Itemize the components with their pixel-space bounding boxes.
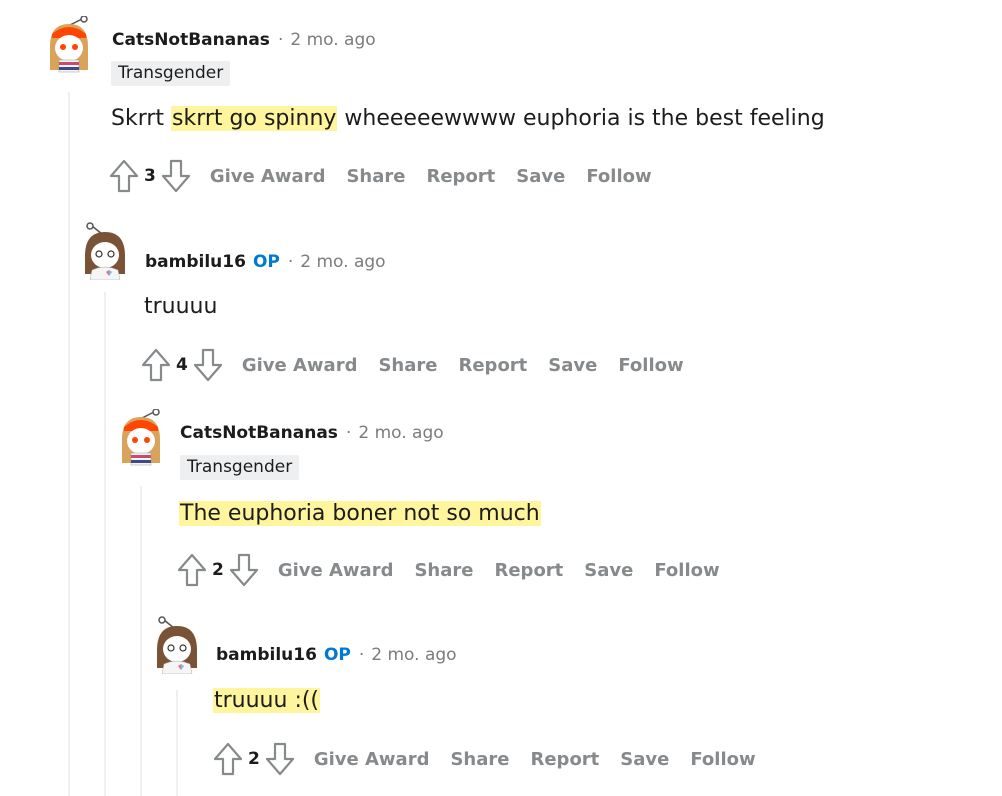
vote-score: 3 (144, 166, 156, 186)
meta-separator: · (287, 252, 294, 272)
thread-line-2[interactable] (104, 292, 106, 796)
thread-line-4[interactable] (176, 690, 178, 796)
report-button[interactable]: Report (426, 166, 495, 187)
comment-body: The euphoria boner not so much (179, 499, 541, 529)
report-button[interactable]: Report (458, 355, 527, 376)
user-flair: Transgender (111, 61, 231, 86)
comment-actions: 2 Give Award Share Report Save Follow (176, 550, 720, 590)
comment-text-plain: Skrrt (111, 106, 172, 131)
downvote-icon[interactable] (228, 552, 260, 588)
follow-button[interactable]: Follow (586, 166, 651, 187)
upvote-icon[interactable] (176, 552, 208, 588)
timestamp[interactable]: 2 mo. ago (358, 423, 443, 443)
username[interactable]: CatsNotBananas (180, 423, 338, 443)
downvote-icon[interactable] (264, 741, 296, 777)
follow-button[interactable]: Follow (654, 560, 719, 581)
share-button[interactable]: Share (414, 560, 473, 581)
follow-button[interactable]: Follow (690, 749, 755, 770)
meta-separator: · (345, 423, 352, 443)
follow-button[interactable]: Follow (618, 355, 683, 376)
avatar[interactable] (80, 222, 130, 281)
meta-separator: · (358, 645, 365, 665)
share-button[interactable]: Share (346, 166, 405, 187)
comment-meta: CatsNotBananas · 2 mo. ago (112, 28, 376, 52)
avatar[interactable] (152, 616, 202, 675)
upvote-icon[interactable] (212, 741, 244, 777)
comment-body: truuuu (144, 294, 218, 319)
report-button[interactable]: Report (530, 749, 599, 770)
thread-line-1[interactable] (68, 92, 70, 796)
avatar[interactable] (116, 408, 166, 467)
save-button[interactable]: Save (516, 166, 565, 187)
timestamp[interactable]: 2 mo. ago (371, 645, 456, 665)
save-button[interactable]: Save (620, 749, 669, 770)
share-button[interactable]: Share (378, 355, 437, 376)
upvote-icon[interactable] (108, 158, 140, 194)
comment-body: truuuu :(( (213, 686, 321, 716)
user-flair: Transgender (180, 455, 300, 480)
vote-score: 2 (248, 749, 260, 769)
give-award-button[interactable]: Give Award (278, 560, 394, 581)
username[interactable]: bambilu16 (216, 645, 317, 665)
give-award-button[interactable]: Give Award (210, 166, 326, 187)
vote-score: 4 (176, 355, 188, 375)
comment-actions: 4 Give Award Share Report Save Follow (140, 345, 684, 385)
downvote-icon[interactable] (160, 158, 192, 194)
timestamp[interactable]: 2 mo. ago (290, 30, 375, 50)
comment-body: Skrrt skrrt go spinny wheeeeewwww euphor… (111, 104, 825, 134)
username[interactable]: CatsNotBananas (112, 30, 270, 50)
username[interactable]: bambilu16 (145, 252, 246, 272)
save-button[interactable]: Save (584, 560, 633, 581)
give-award-button[interactable]: Give Award (314, 749, 430, 770)
comment-text-plain: wheeeeewwww euphoria is the best feeling (337, 106, 825, 131)
comment-actions: 3 Give Award Share Report Save Follow (108, 156, 652, 196)
meta-separator: · (277, 30, 284, 50)
vote-score: 2 (212, 560, 224, 580)
comment-text-highlight: skrrt go spinny (171, 106, 338, 131)
comment-actions: 2 Give Award Share Report Save Follow (212, 739, 756, 779)
comment-text-highlight: The euphoria boner not so much (179, 501, 541, 526)
share-button[interactable]: Share (450, 749, 509, 770)
comment-meta: bambilu16 OP · 2 mo. ago (145, 250, 386, 274)
downvote-icon[interactable] (192, 347, 224, 383)
comment-text-highlight: truuuu :(( (213, 688, 321, 713)
timestamp[interactable]: 2 mo. ago (300, 252, 385, 272)
comment-meta: CatsNotBananas · 2 mo. ago (180, 421, 444, 445)
op-badge: OP (252, 252, 280, 272)
op-badge: OP (323, 645, 351, 665)
save-button[interactable]: Save (548, 355, 597, 376)
give-award-button[interactable]: Give Award (242, 355, 358, 376)
report-button[interactable]: Report (494, 560, 563, 581)
comment-meta: bambilu16 OP · 2 mo. ago (216, 643, 457, 667)
avatar[interactable] (44, 15, 94, 74)
upvote-icon[interactable] (140, 347, 172, 383)
thread-line-3[interactable] (140, 486, 142, 796)
